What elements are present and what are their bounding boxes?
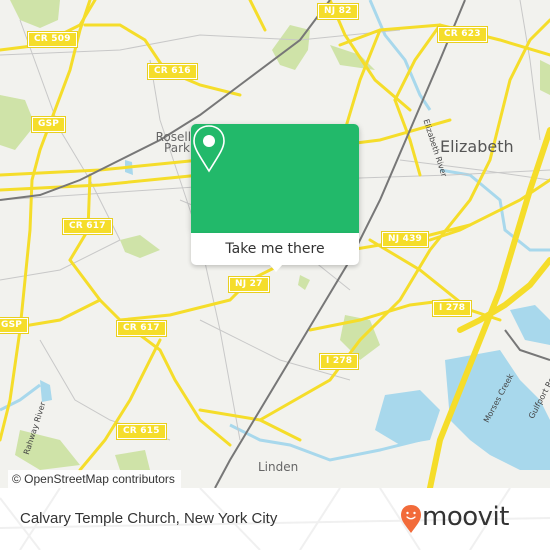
road-shield-cr623: CR 623 [437, 26, 488, 43]
road-shield-cr615: CR 615 [116, 423, 167, 440]
road-shield-i278: I 278 [431, 300, 473, 317]
map-attribution[interactable]: © OpenStreetMap contributors [8, 470, 181, 488]
road-shield-gsp-2: GSP [0, 317, 30, 334]
take-me-there-button[interactable]: Take me there [191, 233, 359, 265]
road-shield-cr616: CR 616 [147, 63, 198, 80]
road-shield-gsp: GSP [30, 116, 67, 133]
road-shield-nj439: NJ 439 [380, 231, 430, 248]
location-popup: Take me there [191, 124, 359, 272]
road-shield-cr617-2: CR 617 [116, 320, 167, 337]
popup-pointer [269, 264, 283, 272]
road-shield-cr617: CR 617 [62, 218, 113, 235]
place-label-linden: Linden [258, 460, 299, 474]
road-shield-i278-2: I 278 [318, 353, 360, 370]
moovit-pin-icon [401, 505, 421, 533]
moovit-wordmark: moovit [422, 502, 509, 532]
road-shield-nj82: NJ 82 [317, 3, 359, 20]
place-label-elizabeth: Elizabeth [440, 137, 514, 156]
popup-header [191, 124, 359, 233]
map-pin-icon [193, 125, 225, 173]
road-shield-cr509: CR 509 [27, 31, 78, 48]
map-view[interactable]: Elizabeth Roselle Park Linden Elizabeth … [0, 0, 550, 488]
place-title: Calvary Temple Church, New York City [20, 510, 278, 527]
road-shield-nj27: NJ 27 [228, 276, 270, 293]
footer-bar: Calvary Temple Church, New York City moo… [0, 488, 550, 550]
